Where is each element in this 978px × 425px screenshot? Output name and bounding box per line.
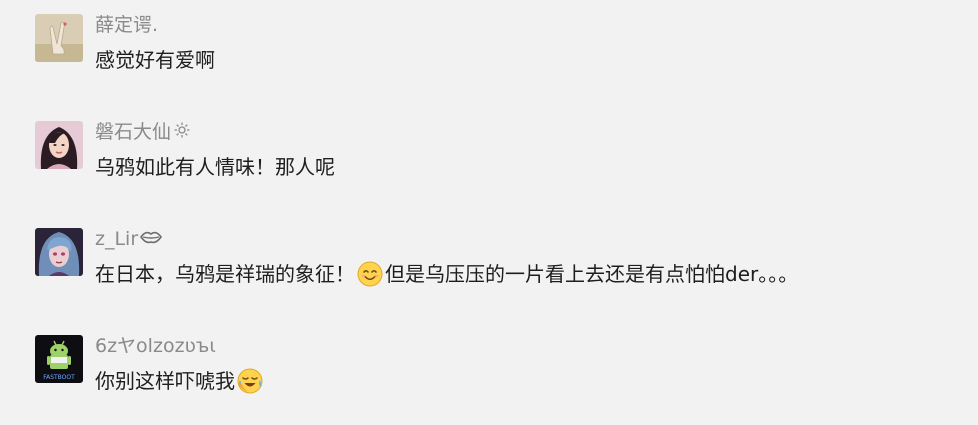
comment-text: 感觉好有爱啊: [95, 46, 215, 74]
svg-text:FASTBOOT: FASTBOOT: [43, 374, 75, 381]
user-avatar[interactable]: FASTBOOT: [35, 335, 83, 383]
anime-girl-icon: [35, 228, 83, 276]
comment-text-content: 感觉好有爱啊: [95, 48, 215, 72]
user-avatar[interactable]: [35, 121, 83, 169]
crying-laugh-emoji-icon: [237, 368, 263, 394]
username[interactable]: 磐石大仙: [95, 119, 191, 145]
lips-icon: [140, 229, 163, 249]
username-text: 磐石大仙: [95, 121, 172, 143]
user-avatar[interactable]: [35, 228, 83, 276]
smile-emoji-icon: [357, 261, 383, 287]
comment-text-before: 在日本，乌鸦是祥瑞的象征！: [95, 262, 355, 286]
comment-item: 磐石大仙 乌鸦如此有人情味！那人呢: [35, 121, 978, 181]
comment-text: 乌鸦如此有人情味！那人呢: [95, 153, 335, 181]
woman-portrait-icon: [35, 121, 83, 169]
comment-item: FASTBOOT 6zヤolzozʋъι 你别这样吓唬我: [35, 335, 978, 395]
comment-list: 薛定谔. 感觉好有爱啊 磐石大仙 乌鸦如此有人情味！那人呢 z_Lir 在日本，…: [0, 0, 978, 425]
comment-text-content: 乌鸦如此有人情味！那人呢: [95, 155, 335, 179]
username[interactable]: 薛定谔.: [95, 12, 158, 38]
user-avatar[interactable]: [35, 14, 83, 62]
gear-flower-icon: [173, 121, 191, 143]
fastboot-android-icon: FASTBOOT: [35, 335, 83, 383]
comment-item: 薛定谔. 感觉好有爱啊: [35, 14, 978, 74]
username-text: 6zヤolzozʋъι: [95, 335, 216, 357]
comment-text-before: 你别这样吓唬我: [95, 369, 235, 393]
username[interactable]: z_Lir: [95, 226, 163, 252]
comment-text: 你别这样吓唬我: [95, 367, 265, 395]
username-text: 薛定谔.: [95, 14, 159, 36]
username-text: z_Lir: [95, 228, 139, 250]
comment-item: z_Lir 在日本，乌鸦是祥瑞的象征！ 但是乌压压的一片看上去还是有点怕怕der…: [35, 228, 978, 288]
username[interactable]: 6zヤolzozʋъι: [95, 333, 216, 359]
comment-text-after: 但是乌压压的一片看上去还是有点怕怕der。。。: [385, 262, 799, 286]
peace-hand-icon: [35, 14, 83, 62]
comment-text: 在日本，乌鸦是祥瑞的象征！ 但是乌压压的一片看上去还是有点怕怕der。。。: [95, 260, 798, 288]
